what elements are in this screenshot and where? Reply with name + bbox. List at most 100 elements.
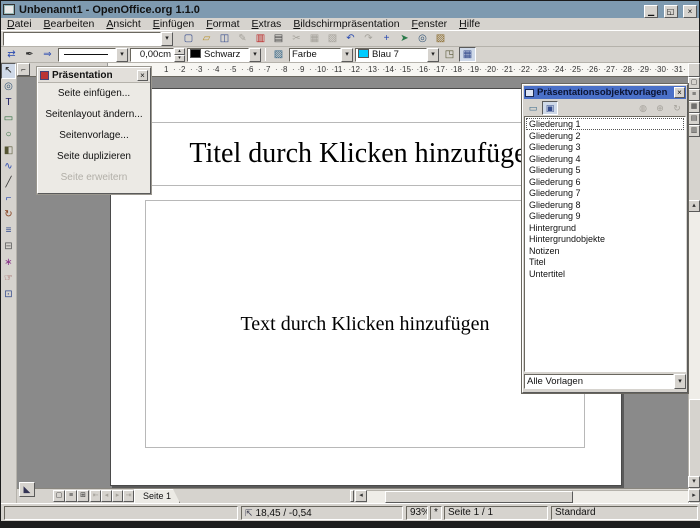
spin-down-icon[interactable]: ▾	[174, 55, 185, 62]
menu-item[interactable]: Ansicht	[100, 18, 146, 31]
style-list-item[interactable]: Gliederung 5	[526, 164, 684, 176]
style-list-item[interactable]: Gliederung 3	[526, 141, 684, 153]
gallery-icon[interactable]: ▨	[432, 31, 449, 46]
fill-color-value[interactable]: Blau 7	[355, 48, 427, 62]
outline-mode-icon[interactable]: ≡	[65, 490, 77, 502]
style-filter-dropdown-icon[interactable]: ▾	[674, 374, 686, 389]
undo-icon[interactable]: ↶	[342, 31, 359, 46]
hyperlink-icon[interactable]: ➤	[396, 31, 413, 46]
title-placeholder[interactable]: Titel durch Klicken hinzufügen	[145, 122, 585, 186]
print-file-icon[interactable]: ▤	[270, 31, 287, 46]
menu-item[interactable]: Fenster	[406, 18, 454, 31]
drawing-view-icon[interactable]: ▢	[688, 77, 700, 89]
style-filter-value[interactable]: Alle Vorlagen	[524, 374, 674, 389]
page-tab[interactable]: Seite 1	[134, 489, 180, 503]
slide-mode-icon[interactable]: ⊞	[77, 490, 89, 502]
url-combo[interactable]: ▾	[3, 32, 173, 46]
style-list-item[interactable]: Untertitel	[526, 268, 684, 280]
line-dialog-icon[interactable]: ✒	[21, 47, 38, 62]
stylist-close-icon[interactable]: ×	[674, 87, 685, 98]
text-tool-icon[interactable]: T	[1, 95, 16, 111]
fill-format-mode-icon[interactable]: ◍	[635, 101, 651, 115]
scroll-up-icon[interactable]: ▴	[688, 200, 700, 212]
update-style-icon[interactable]: ↻	[669, 101, 685, 115]
open-document-icon[interactable]: ▱	[198, 31, 215, 46]
horizontal-scroll-thumb[interactable]	[385, 491, 573, 503]
edit-file-icon[interactable]: ✎	[234, 31, 251, 46]
palette-command[interactable]: Seite einfügen...	[38, 83, 150, 104]
line-color-dropdown-icon[interactable]: ▾	[249, 48, 261, 62]
tab-stop-selector[interactable]: ⌐	[17, 63, 30, 76]
palette-close-icon[interactable]: ×	[137, 70, 148, 81]
url-field[interactable]	[3, 32, 161, 46]
stylist-titlebar[interactable]: Präsentationsobjektvorlagen ×	[524, 86, 686, 99]
presentation-styles-icon[interactable]: ▣	[542, 101, 558, 115]
scroll-down-icon[interactable]: ▾	[688, 476, 700, 488]
line-width-value[interactable]: 0,00cm	[130, 48, 174, 62]
new-document-icon[interactable]: ▢	[180, 31, 197, 46]
fill-type-dropdown-icon[interactable]: ▾	[341, 48, 353, 62]
presentation-styles-toggle-icon[interactable]: ▦	[459, 47, 476, 62]
rectangle-tool-icon[interactable]: ▭	[1, 111, 16, 127]
body-placeholder[interactable]: Text durch Klicken hinzufügen	[145, 200, 585, 448]
line-color-value[interactable]: Schwarz	[187, 48, 249, 62]
style-list-item[interactable]: Gliederung 2	[526, 130, 684, 142]
status-template-cell[interactable]: Standard	[551, 506, 698, 520]
line-color-combo[interactable]: Schwarz ▾	[187, 48, 261, 62]
next-page-icon[interactable]: ▸	[112, 490, 123, 502]
menu-item[interactable]: Hilfe	[453, 18, 486, 31]
menu-item[interactable]: Bildschirmpräsentation	[287, 18, 405, 31]
presentation-screen-icon[interactable]: ⊡	[1, 287, 16, 303]
new-style-from-selection-icon[interactable]: ⊕	[652, 101, 668, 115]
notes-view-icon[interactable]: ▤	[688, 113, 700, 125]
curve-tool-icon[interactable]: ∿	[1, 159, 16, 175]
fill-color-combo[interactable]: Blau 7 ▾	[355, 48, 439, 62]
export-pdf-icon[interactable]: ▥	[252, 31, 269, 46]
menu-item[interactable]: Datei	[1, 18, 38, 31]
area-dialog-icon[interactable]: ▨	[270, 47, 287, 62]
style-list-item[interactable]: Gliederung 1	[526, 118, 684, 130]
palette-command[interactable]: Seitenvorlage...	[38, 125, 150, 146]
menu-item[interactable]: Format	[200, 18, 245, 31]
menu-item[interactable]: Bearbeiten	[38, 18, 101, 31]
style-filter-combo[interactable]: Alle Vorlagen ▾	[524, 374, 686, 389]
paste-icon[interactable]: ▧	[324, 31, 341, 46]
palette-command[interactable]: Seite duplizieren	[38, 146, 150, 167]
connector-tool-icon[interactable]: ⌐	[1, 191, 16, 207]
hscroll-left-icon[interactable]: ◂	[355, 490, 367, 502]
style-list-item[interactable]: Gliederung 9	[526, 210, 684, 222]
menu-item[interactable]: Extras	[246, 18, 288, 31]
handout-view-icon[interactable]: ▥	[688, 125, 700, 137]
fill-type-value[interactable]: Farbe	[289, 48, 341, 62]
style-list-item[interactable]: Titel	[526, 256, 684, 268]
navigator-icon[interactable]: +	[378, 31, 395, 46]
shadow-icon[interactable]: ◳	[441, 47, 458, 62]
style-list-item[interactable]: Gliederung 4	[526, 153, 684, 165]
lines-arrows-tool-icon[interactable]: ╱	[1, 175, 16, 191]
line-style-dropdown-icon[interactable]: ▾	[116, 48, 128, 62]
style-list-item[interactable]: Notizen	[526, 245, 684, 257]
save-document-icon[interactable]: ◫	[216, 31, 233, 46]
show-draw-functions-icon[interactable]: ◎	[414, 31, 431, 46]
drawing-mode-icon[interactable]: ▢	[53, 490, 65, 502]
url-dropdown-icon[interactable]: ▾	[161, 32, 173, 46]
status-zoom-cell[interactable]: 93%	[406, 506, 428, 520]
line-style-combo[interactable]: ▾	[58, 48, 128, 62]
style-list-item[interactable]: Gliederung 7	[526, 187, 684, 199]
zoom-tool-icon[interactable]: ◎	[1, 79, 16, 95]
fill-color-dropdown-icon[interactable]: ▾	[427, 48, 439, 62]
arrange-tool-icon[interactable]: ⊟	[1, 239, 16, 255]
menu-item[interactable]: Einfügen	[147, 18, 200, 31]
edit-points-icon[interactable]: ⇄	[3, 47, 20, 62]
slides-view-icon[interactable]: ▦	[688, 101, 700, 113]
3d-objects-tool-icon[interactable]: ◧	[1, 143, 16, 159]
palette-command[interactable]: Seitenlayout ändern...	[38, 104, 150, 125]
presentation-palette-titlebar[interactable]: Präsentation ×	[38, 68, 150, 83]
redo-icon[interactable]: ↷	[360, 31, 377, 46]
style-list-item[interactable]: Gliederung 6	[526, 176, 684, 188]
outline-view-icon[interactable]: ≡	[688, 89, 700, 101]
copy-icon[interactable]: ▦	[306, 31, 323, 46]
spin-up-icon[interactable]: ▴	[174, 48, 185, 55]
effects-tool-icon[interactable]: ∗	[1, 255, 16, 271]
interaction-tool-icon[interactable]: ☞	[1, 271, 16, 287]
